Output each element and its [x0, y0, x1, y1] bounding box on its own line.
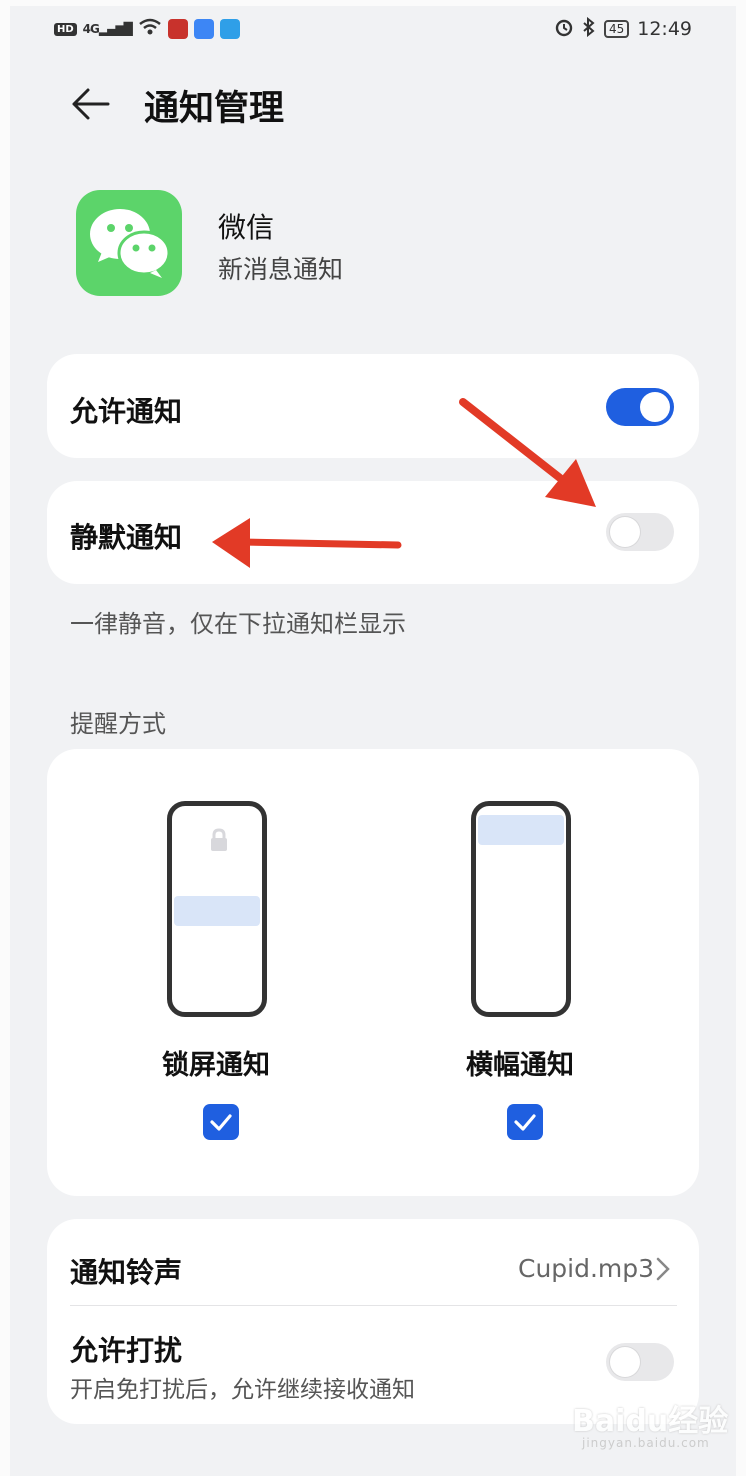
baidu-watermark: Baidu经验 [572, 1404, 729, 1439]
baidu-watermark-url: jingyan.baidu.com [582, 1436, 710, 1450]
annotation-arrow-left [212, 518, 402, 568]
annotation-arrows [212, 398, 596, 568]
annotation-arrow-diagonal [459, 398, 596, 507]
